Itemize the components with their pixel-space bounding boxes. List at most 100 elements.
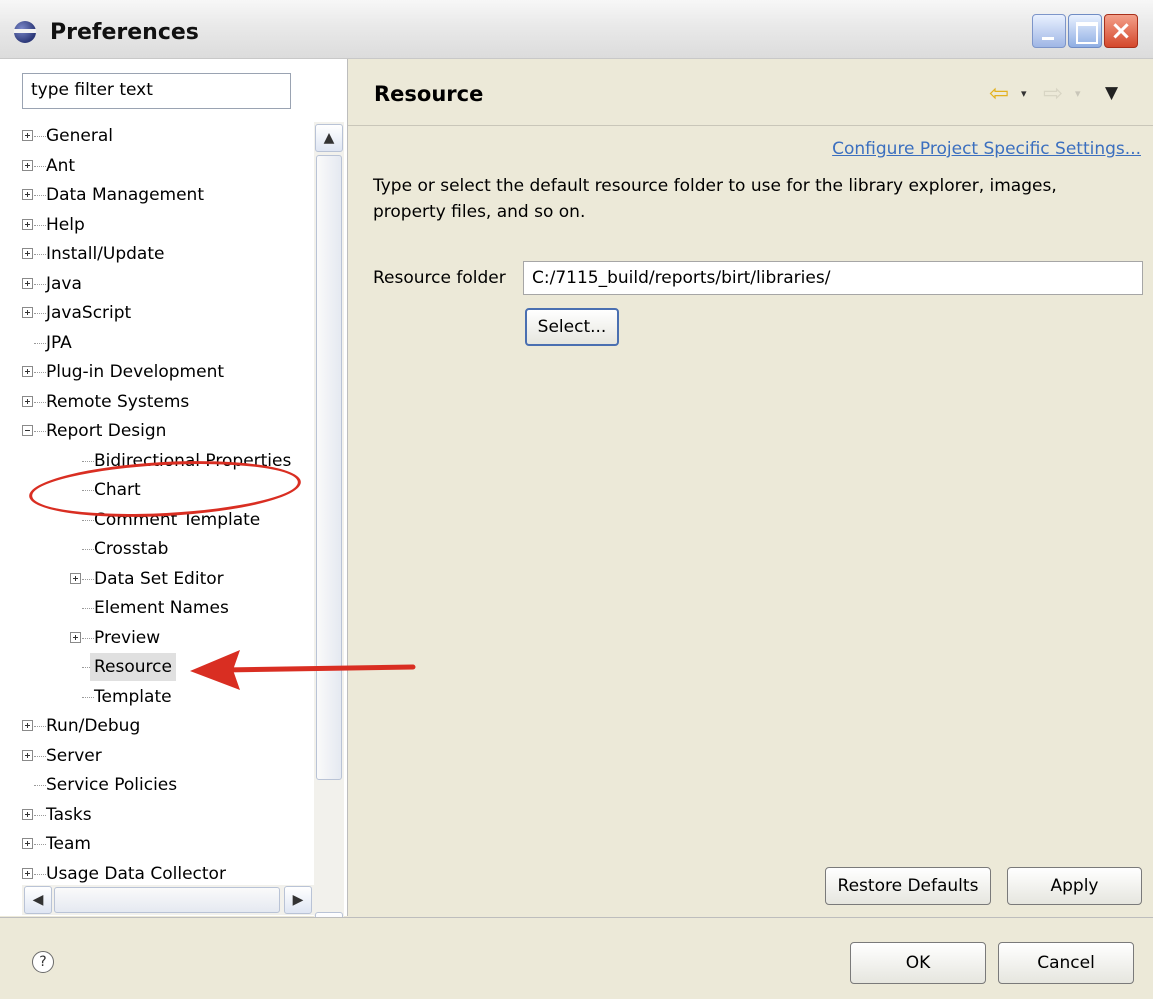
scroll-up-icon[interactable]: ▲ (315, 124, 343, 152)
filter-input[interactable]: type filter text (22, 73, 291, 109)
back-history-dropdown-icon[interactable]: ▾ (1021, 87, 1027, 100)
maximize-button[interactable] (1068, 14, 1102, 48)
tree-connector (82, 608, 94, 609)
help-icon[interactable]: ? (32, 951, 54, 973)
tree-connector (34, 372, 46, 373)
expand-icon[interactable] (22, 838, 33, 849)
expand-icon[interactable] (22, 307, 33, 318)
tree-connector (34, 726, 46, 727)
tree-item[interactable]: General (22, 122, 314, 150)
tree-connector (34, 815, 46, 816)
tree-connector (34, 431, 46, 432)
cancel-button[interactable]: Cancel (998, 942, 1134, 984)
tree-item[interactable]: Data Management (22, 181, 314, 209)
expand-icon[interactable] (22, 278, 33, 289)
tree-item-label: Resource (90, 653, 176, 681)
tree-item-label: Usage Data Collector (46, 864, 226, 884)
tree-item[interactable]: JPA (22, 329, 314, 357)
tree-item[interactable]: Server (22, 742, 314, 770)
tree-item[interactable]: Remote Systems (22, 388, 314, 416)
tree-item[interactable]: Data Set Editor (22, 565, 314, 593)
tree-item[interactable]: Java (22, 270, 314, 298)
expand-icon[interactable] (22, 160, 33, 171)
tree-connector (34, 136, 46, 137)
tree-item-label: General (46, 126, 113, 146)
tree-item-label: Crosstab (94, 539, 169, 559)
select-button[interactable]: Select... (525, 308, 619, 346)
expand-icon[interactable] (22, 130, 33, 141)
forward-arrow-icon[interactable]: ⇨ (1043, 79, 1063, 107)
tree-connector (34, 313, 46, 314)
expand-icon[interactable] (22, 366, 33, 377)
eclipse-logo-icon (14, 21, 36, 43)
tree-connector (82, 549, 94, 550)
tree-connector (34, 166, 46, 167)
resource-folder-input[interactable]: C:/7115_build/reports/birt/libraries/ (523, 261, 1143, 295)
forward-history-dropdown-icon[interactable]: ▾ (1075, 87, 1081, 100)
tree-item[interactable]: Install/Update (22, 240, 314, 268)
expand-icon[interactable] (22, 248, 33, 259)
window-title: Preferences (50, 20, 199, 45)
tree-connector (82, 638, 94, 639)
tree-connector (34, 254, 46, 255)
collapse-icon[interactable] (22, 425, 33, 436)
view-menu-icon[interactable]: ▼ (1105, 83, 1118, 103)
page-title: Resource (374, 82, 484, 106)
tree-item-label: Preview (94, 628, 161, 648)
tree-item-label: JPA (46, 333, 72, 353)
tree-item[interactable]: Element Names (22, 594, 314, 622)
expand-icon[interactable] (22, 720, 33, 731)
expand-icon[interactable] (22, 189, 33, 200)
expand-icon[interactable] (22, 396, 33, 407)
tree-item-label: Data Management (46, 185, 204, 205)
preference-page: Resource ⇦ ▾ ⇨ ▾ ▼ Configure Project Spe… (348, 59, 1153, 916)
expand-icon[interactable] (22, 750, 33, 761)
scroll-right-icon[interactable]: ▶ (284, 886, 312, 914)
preferences-tree: General Ant Data Management Help Install/Upd… (22, 122, 314, 918)
resource-folder-label: Resource folder (373, 268, 506, 288)
tree-item-label: Tasks (46, 805, 92, 825)
tree-item-label: Service Policies (46, 775, 178, 795)
tree-item[interactable]: Ant (22, 152, 314, 180)
tree-item[interactable]: Tasks (22, 801, 314, 829)
tree-item[interactable]: Help (22, 211, 314, 239)
expand-icon[interactable] (70, 573, 81, 584)
tree-item[interactable]: Usage Data Collector (22, 860, 314, 888)
expand-icon[interactable] (22, 809, 33, 820)
back-arrow-icon[interactable]: ⇦ (989, 79, 1009, 107)
expand-icon[interactable] (22, 219, 33, 230)
annotation-arrow-icon (190, 650, 416, 690)
apply-button[interactable]: Apply (1007, 867, 1142, 905)
tree-item[interactable]: Team (22, 830, 314, 858)
tree-connector (34, 785, 46, 786)
scroll-left-icon[interactable]: ◀ (24, 886, 52, 914)
page-header: Resource ⇦ ▾ ⇨ ▾ ▼ (348, 59, 1153, 126)
close-button[interactable]: × (1104, 14, 1138, 48)
tree-item[interactable]: Run/Debug (22, 712, 314, 740)
tree-item[interactable]: Plug-in Development (22, 358, 314, 386)
tree-item-label: Install/Update (46, 244, 165, 264)
tree-horizontal-scrollbar[interactable]: ◀ ▶ (22, 885, 314, 915)
title-bar: Preferences × (0, 0, 1153, 59)
tree-item-label: Template (94, 687, 172, 707)
tree-item-label: Report Design (46, 421, 167, 441)
tree-item[interactable]: Service Policies (22, 771, 314, 799)
tree-item[interactable]: Crosstab (22, 535, 314, 563)
ok-button[interactable]: OK (850, 942, 986, 984)
expand-icon[interactable] (70, 632, 81, 643)
configure-project-settings-link[interactable]: Configure Project Specific Settings... (832, 139, 1141, 159)
restore-defaults-button[interactable]: Restore Defaults (825, 867, 991, 905)
dialog-footer: ? OK Cancel (0, 917, 1153, 999)
expand-icon[interactable] (22, 868, 33, 879)
tree-item-label: Java (46, 274, 82, 294)
tree-connector (82, 697, 94, 698)
tree-item[interactable]: JavaScript (22, 299, 314, 327)
tree-item-label: Data Set Editor (94, 569, 224, 589)
tree-item-label: Server (46, 746, 102, 766)
tree-item-label: Element Names (94, 598, 229, 618)
minimize-button[interactable] (1032, 14, 1066, 48)
tree-item[interactable]: Report Design (22, 417, 314, 445)
horizontal-scroll-thumb[interactable] (54, 887, 280, 913)
tree-connector (34, 284, 46, 285)
tree-vertical-scrollbar[interactable]: ▲ ▼ (314, 122, 344, 942)
